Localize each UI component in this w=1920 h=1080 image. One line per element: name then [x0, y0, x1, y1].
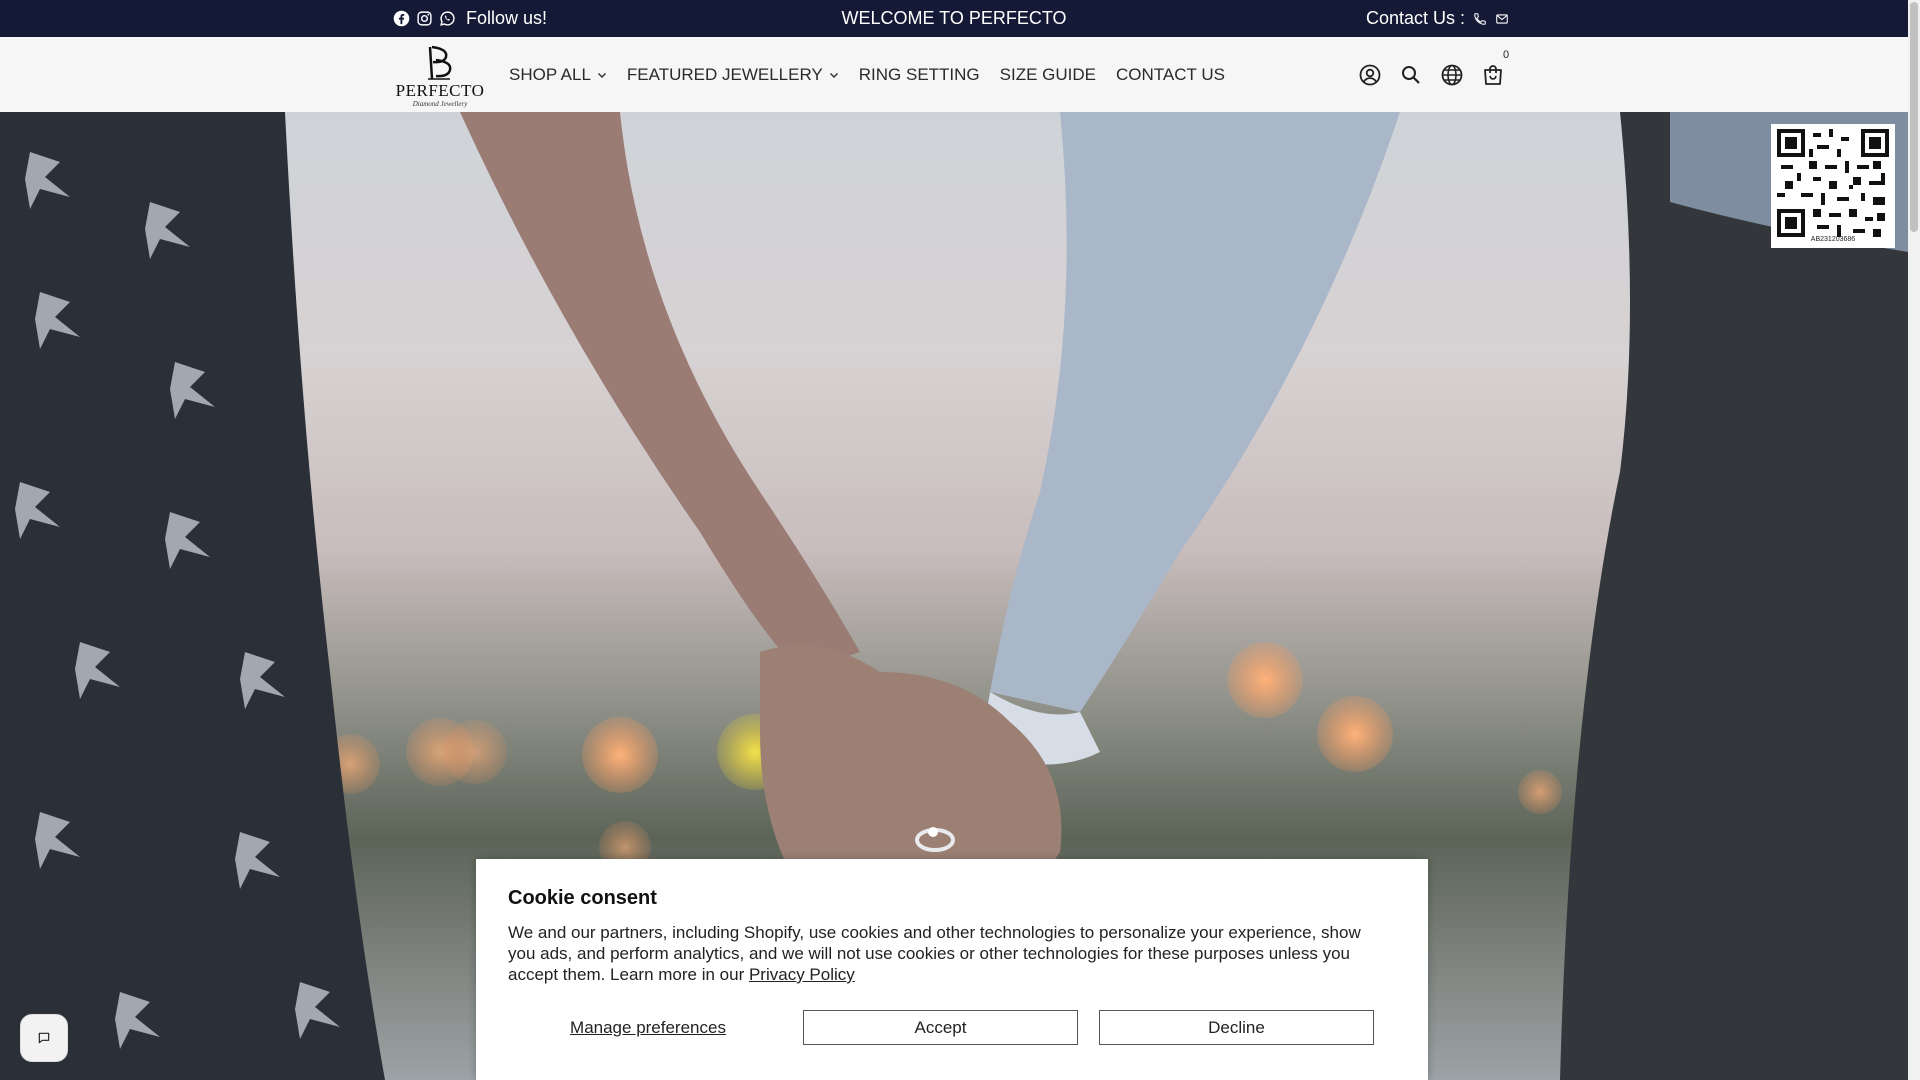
cart-icon[interactable]: 0: [1481, 49, 1509, 87]
welcome-message: WELCOME TO PERFECTO: [841, 8, 1067, 28]
chevron-down-icon: [597, 72, 606, 78]
chat-button[interactable]: [20, 1014, 68, 1062]
instagram-icon[interactable]: [416, 10, 433, 27]
logo-mark-icon: [428, 45, 452, 80]
scrollbar[interactable]: [1908, 0, 1920, 1080]
logo-name: PERFECTO: [395, 81, 485, 100]
announcement-bar: Follow us! WELCOME TO PERFECTO Contact U…: [0, 0, 1908, 37]
qr-code-caption: AB231203686: [1810, 236, 1856, 243]
phone-icon[interactable]: [1473, 12, 1487, 26]
nav-label: CONTACT US: [1116, 64, 1225, 84]
manage-preferences-button[interactable]: Manage preferences: [508, 1010, 788, 1046]
qr-code-pattern: [1777, 129, 1889, 237]
cookie-title: Cookie consent: [508, 887, 657, 909]
cookie-message-text: We and our partners, including Shopify, …: [508, 923, 1361, 984]
nav-label: SIZE GUIDE: [999, 64, 1097, 84]
contact-label: Contact Us :: [1366, 8, 1466, 28]
nav-featured-jewellery[interactable]: FEATURED JEWELLERY: [627, 65, 839, 85]
cart-count-badge: 0: [1503, 48, 1510, 61]
qr-code: AB231203686: [1771, 124, 1895, 248]
search-icon[interactable]: [1399, 63, 1423, 87]
chevron-down-icon: [829, 72, 838, 78]
cookie-message: We and our partners, including Shopify, …: [508, 922, 1388, 985]
main-nav: SHOP ALL FEATURED JEWELLERY RING SETTING…: [509, 37, 1225, 112]
globe-icon[interactable]: [1440, 63, 1464, 87]
nav-label: FEATURED JEWELLERY: [626, 64, 823, 84]
chat-bubble-icon: [38, 1032, 50, 1044]
welcome-message-container: WELCOME TO PERFECTO: [0, 0, 1908, 37]
facebook-icon[interactable]: [393, 10, 410, 27]
logo-tagline: Diamond Jewellery: [412, 100, 468, 108]
whatsapp-icon[interactable]: [439, 10, 456, 27]
site-header: PERFECTO Diamond Jewellery SHOP ALL FEAT…: [0, 37, 1908, 113]
social-links: Follow us!: [393, 0, 547, 37]
nav-ring-setting[interactable]: RING SETTING: [859, 65, 980, 85]
header-icons: 0: [1358, 37, 1509, 112]
nav-label: RING SETTING: [858, 64, 980, 84]
privacy-policy-link[interactable]: Privacy Policy: [749, 965, 855, 984]
nav-label: SHOP ALL: [509, 64, 591, 84]
follow-us-label: Follow us!: [466, 8, 548, 28]
site-logo[interactable]: PERFECTO Diamond Jewellery: [392, 43, 488, 108]
contact-info: Contact Us :: [1366, 0, 1509, 37]
account-icon[interactable]: [1358, 63, 1382, 87]
accept-button[interactable]: Accept: [803, 1010, 1078, 1045]
nav-contact-us[interactable]: CONTACT US: [1116, 65, 1225, 85]
email-icon[interactable]: [1495, 12, 1509, 26]
nav-size-guide[interactable]: SIZE GUIDE: [1000, 65, 1096, 85]
nav-shop-all[interactable]: SHOP ALL: [509, 65, 607, 85]
cookie-consent-banner: Cookie consent We and our partners, incl…: [476, 859, 1428, 1080]
decline-button[interactable]: Decline: [1099, 1010, 1374, 1045]
scrollbar-thumb[interactable]: [1910, 2, 1918, 232]
